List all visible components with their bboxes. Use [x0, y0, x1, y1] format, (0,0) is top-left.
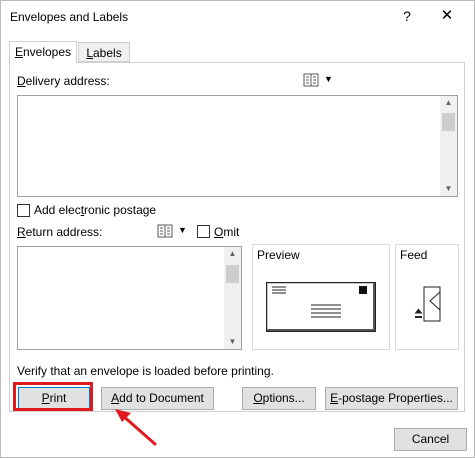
feed-group[interactable]: Feed [395, 244, 459, 350]
delivery-address-book-button[interactable]: ▼ [303, 72, 333, 88]
scroll-up-icon[interactable]: ▲ [224, 247, 241, 261]
options-mnemonic: O [253, 391, 263, 405]
envelope-preview-icon [266, 282, 376, 332]
title-bar: Envelopes and Labels ? ✕ [1, 1, 474, 32]
address-book-icon [157, 224, 173, 238]
postage-label-post: ronic postage [84, 203, 157, 217]
cancel-label: Cancel [411, 432, 450, 446]
scroll-up-icon[interactable]: ▲ [440, 96, 457, 110]
print-button-highlight [13, 382, 93, 411]
add-to-document-label: dd to Document [119, 391, 204, 405]
e-postage-properties-button[interactable]: E-postage Properties... [325, 387, 458, 410]
cancel-button[interactable]: Cancel [394, 428, 467, 451]
return-address-input[interactable]: ▲ ▼ [17, 246, 242, 350]
options-button[interactable]: Options... [242, 387, 316, 410]
add-electronic-postage-label: Add electronic postage [34, 203, 156, 217]
envelope-feed-icon [414, 286, 441, 322]
scroll-down-icon[interactable]: ▼ [224, 335, 241, 349]
return-address-mnemonic: R [17, 225, 26, 239]
scroll-thumb[interactable] [442, 113, 455, 131]
dialog-title: Envelopes and Labels [10, 10, 129, 24]
omit-label: Omit [214, 225, 239, 239]
return-address-label: Return address: [17, 225, 102, 239]
help-button[interactable]: ? [397, 6, 417, 26]
return-address-scrollbar[interactable]: ▲ ▼ [224, 247, 241, 349]
preview-label: Preview [257, 248, 300, 262]
omit-label-text: mit [223, 225, 240, 239]
delivery-address-label: Delivery address: [17, 74, 110, 88]
tab-envelopes[interactable]: Envelopes [9, 41, 77, 63]
preview-group[interactable]: Preview [252, 244, 390, 350]
delivery-address-label-text: elivery address: [25, 74, 110, 88]
return-address-book-button[interactable]: ▼ [157, 223, 187, 239]
envelopes-and-labels-dialog: Envelopes and Labels ? ✕ Envelopes Label… [0, 0, 475, 458]
verify-envelope-text: Verify that an envelope is loaded before… [17, 364, 274, 378]
tab-envelopes-mnemonic: E [14, 45, 23, 59]
scroll-thumb[interactable] [226, 265, 239, 283]
postage-label-pre: Add elec [34, 203, 81, 217]
feed-label: Feed [400, 248, 428, 262]
e-postage-label: -postage Properties... [338, 391, 453, 405]
chevron-down-icon: ▼ [324, 74, 333, 84]
omit-checkbox[interactable] [197, 225, 210, 238]
options-label: ptions... [262, 391, 305, 405]
address-book-icon [303, 73, 319, 87]
close-button[interactable]: ✕ [437, 6, 457, 26]
add-to-document-mnemonic: A [111, 391, 120, 405]
delivery-address-input[interactable]: ▲ ▼ [17, 95, 458, 197]
return-address-label-text: eturn address: [25, 225, 103, 239]
tab-labels-mnemonic: L [86, 46, 93, 60]
tab-labels[interactable]: Labels [78, 42, 130, 62]
scroll-down-icon[interactable]: ▼ [440, 182, 457, 196]
annotation-arrow-icon [115, 409, 157, 446]
omit-mnemonic: O [214, 225, 224, 239]
delivery-address-mnemonic: D [17, 74, 26, 88]
e-postage-mnemonic: E [330, 391, 339, 405]
add-electronic-postage-checkbox[interactable] [17, 204, 30, 217]
delivery-address-scrollbar[interactable]: ▲ ▼ [440, 96, 457, 196]
tab-labels-label: abels [93, 46, 122, 60]
chevron-down-icon: ▼ [178, 225, 187, 235]
tab-envelopes-label: nvelopes [22, 45, 72, 59]
